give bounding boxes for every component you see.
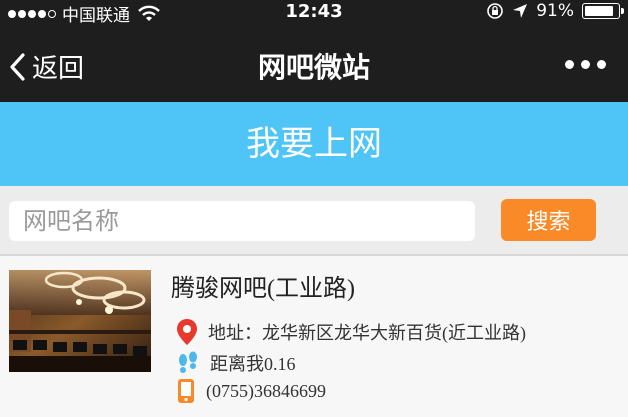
address-text: 地址：龙华新区龙华大新百货(近工业路) <box>208 323 526 343</box>
battery-icon <box>582 3 624 19</box>
location-arrow-icon <box>513 4 528 18</box>
page-title: 网吧微站 <box>257 51 370 84</box>
footprints-icon <box>179 351 197 373</box>
search-input[interactable] <box>9 201 475 241</box>
status-bar: 中国联通 12:43 91% <box>0 0 628 26</box>
cafe-name[interactable]: 腾骏网吧(工业路) <box>171 268 355 303</box>
lock-rotation-icon <box>487 3 504 19</box>
more-icon[interactable] <box>565 60 606 69</box>
phone-text[interactable]: (0755)36846699 <box>206 381 326 402</box>
distance-row: 距离我0.16 <box>176 350 296 376</box>
search-button[interactable]: 搜索 <box>501 199 596 241</box>
battery-percent: 91% <box>536 1 574 21</box>
phone-row[interactable]: (0755)36846699 <box>176 378 326 404</box>
distance-text: 距离我0.16 <box>210 354 296 374</box>
banner-heading: 我要上网 <box>0 102 628 186</box>
cafe-thumbnail <box>9 270 151 372</box>
status-right: 91% <box>486 1 624 21</box>
search-bar: 搜索 <box>0 186 628 256</box>
list-item[interactable]: 腾骏网吧(工业路) 地址：龙华新区龙华大新百货(近工业路) 距离我0.16 (0… <box>0 256 628 417</box>
phone-icon <box>178 379 194 403</box>
address-row: 地址：龙华新区龙华大新百货(近工业路) <box>176 318 526 346</box>
map-pin-icon <box>177 319 197 345</box>
nav-bar: 返回 网吧微站 <box>0 24 628 102</box>
